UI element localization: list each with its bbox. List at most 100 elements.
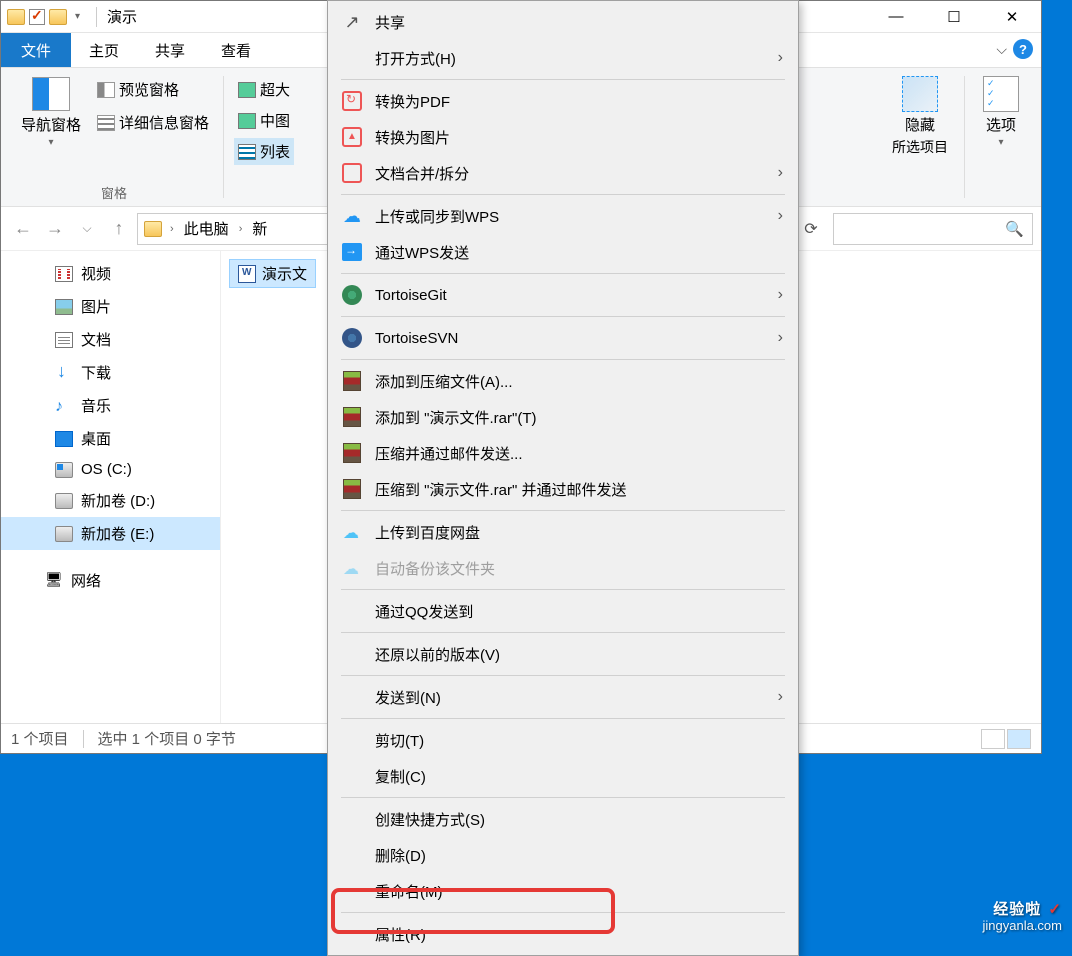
- quick-access-toolbar: ▾: [1, 9, 90, 25]
- collapse-ribbon-icon[interactable]: ⌵: [996, 41, 1007, 58]
- thumb-view-button[interactable]: [1007, 729, 1031, 749]
- crumb-pc[interactable]: 此电脑: [182, 218, 231, 239]
- tree-desktop[interactable]: 桌面: [1, 422, 220, 455]
- separator: [223, 76, 224, 198]
- folder-icon[interactable]: [7, 9, 25, 25]
- wps-send-icon: [339, 241, 365, 263]
- item-count: 1 个项目: [11, 728, 69, 749]
- ctx-rar-add[interactable]: 添加到压缩文件(A)...: [331, 363, 795, 399]
- tree-pictures[interactable]: 图片: [1, 290, 220, 323]
- ctx-rar-named[interactable]: 添加到 "演示文件.rar"(T): [331, 399, 795, 435]
- chevron-icon[interactable]: ›: [166, 223, 178, 235]
- separator: [341, 273, 785, 274]
- ctx-rar-mail[interactable]: 压缩并通过邮件发送...: [331, 435, 795, 471]
- recent-button[interactable]: ⌵: [73, 215, 101, 243]
- details-pane-button[interactable]: 详细信息窗格: [93, 109, 213, 136]
- help-button[interactable]: ?: [1013, 39, 1033, 59]
- ctx-to-image[interactable]: 转换为图片: [331, 119, 795, 155]
- up-button[interactable]: ↑: [105, 215, 133, 243]
- tree-drive-c[interactable]: OS (C:): [1, 455, 220, 484]
- file-item[interactable]: 演示文: [229, 259, 316, 288]
- ctx-send-to[interactable]: 发送到(N)›: [331, 679, 795, 715]
- qat-check-icon[interactable]: [29, 9, 45, 25]
- ctx-share[interactable]: ↗共享: [331, 4, 795, 40]
- ctx-create-shortcut[interactable]: 创建快捷方式(S): [331, 801, 795, 837]
- forward-button[interactable]: →: [41, 215, 69, 243]
- panes-group-label: 窗格: [101, 179, 127, 202]
- close-button[interactable]: ✕: [983, 1, 1041, 33]
- preview-pane-button[interactable]: 预览窗格: [93, 76, 213, 103]
- separator: [96, 7, 97, 27]
- tree-drive-e[interactable]: 新加卷 (E:): [1, 517, 220, 550]
- options-button[interactable]: 选项 ▾: [975, 72, 1027, 152]
- medium-icons-button[interactable]: 中图: [234, 107, 294, 134]
- watermark: 经验啦 ✓ jingyanla.com: [983, 895, 1063, 933]
- ctx-restore-versions[interactable]: 还原以前的版本(V): [331, 636, 795, 672]
- view-switcher: [981, 729, 1031, 749]
- desktop-icon: [55, 431, 73, 447]
- separator: [964, 76, 965, 198]
- word-doc-icon: [238, 265, 256, 283]
- list-view-button[interactable]: 列表: [234, 138, 294, 165]
- ctx-baidu-auto: 自动备份该文件夹: [331, 550, 795, 586]
- minimize-button[interactable]: —: [867, 1, 925, 33]
- hide-selected-button[interactable]: 隐藏 所选项目: [886, 72, 954, 161]
- video-icon: [55, 266, 73, 282]
- tree-video[interactable]: 视频: [1, 257, 220, 290]
- rar-icon: [339, 370, 365, 392]
- chevron-icon[interactable]: ›: [235, 223, 247, 235]
- huge-icons-button[interactable]: 超大: [234, 76, 294, 103]
- ctx-delete[interactable]: 删除(D): [331, 837, 795, 873]
- selection-info: 选中 1 个项目 0 字节: [98, 728, 236, 749]
- cloud-icon: ☁: [339, 205, 365, 227]
- tree-music[interactable]: 音乐: [1, 389, 220, 422]
- pdf-icon: [339, 90, 365, 112]
- back-button[interactable]: ←: [9, 215, 37, 243]
- tree-network[interactable]: 网络: [1, 564, 220, 597]
- ctx-qq-send[interactable]: 通过QQ发送到: [331, 593, 795, 629]
- baidu-icon: [339, 521, 365, 543]
- ctx-cut[interactable]: 剪切(T): [331, 722, 795, 758]
- ctx-rar-named-mail[interactable]: 压缩到 "演示文件.rar" 并通过邮件发送: [331, 471, 795, 507]
- details-view-button[interactable]: [981, 729, 1005, 749]
- tree-downloads[interactable]: 下载: [1, 356, 220, 389]
- tortoisesvn-icon: [339, 327, 365, 349]
- drive-icon: [55, 493, 73, 509]
- ctx-copy[interactable]: 复制(C): [331, 758, 795, 794]
- ctx-wps-sync[interactable]: ☁上传或同步到WPS›: [331, 198, 795, 234]
- folder-icon[interactable]: [49, 9, 67, 25]
- rar-icon: [339, 478, 365, 500]
- download-icon: [55, 365, 73, 381]
- maximize-button[interactable]: ☐: [925, 1, 983, 33]
- view-tab[interactable]: 查看: [203, 33, 269, 67]
- tree-drive-d[interactable]: 新加卷 (D:): [1, 484, 220, 517]
- file-tab[interactable]: 文件: [1, 33, 71, 67]
- ctx-wps-send[interactable]: 通过WPS发送: [331, 234, 795, 270]
- network-icon: [45, 573, 63, 589]
- ctx-tortoisegit[interactable]: TortoiseGit›: [331, 277, 795, 313]
- nav-pane-button[interactable]: 导航窗格 ▾: [15, 72, 87, 152]
- document-icon: [55, 332, 73, 348]
- ctx-open-with[interactable]: 打开方式(H)›: [331, 40, 795, 76]
- separator: [341, 675, 785, 676]
- search-input[interactable]: 🔍: [833, 213, 1033, 245]
- nav-tree[interactable]: 视频 图片 文档 下载 音乐 桌面 OS (C:) 新加卷 (D:) 新加卷 (…: [1, 251, 221, 723]
- qat-dropdown-icon[interactable]: ▾: [71, 11, 84, 22]
- folder-icon: [144, 221, 162, 237]
- options-icon: [983, 76, 1019, 112]
- separator: [341, 632, 785, 633]
- ctx-merge-split[interactable]: 文档合并/拆分›: [331, 155, 795, 191]
- ctx-properties[interactable]: 属性(R): [331, 916, 795, 952]
- home-tab[interactable]: 主页: [71, 33, 137, 67]
- file-name: 演示文: [262, 263, 307, 284]
- ctx-baidu-upload[interactable]: 上传到百度网盘: [331, 514, 795, 550]
- hide-icon: [902, 76, 938, 112]
- ctx-to-pdf[interactable]: 转换为PDF: [331, 83, 795, 119]
- ctx-tortoisesvn[interactable]: TortoiseSVN›: [331, 320, 795, 356]
- ctx-rename[interactable]: 重命名(M): [331, 873, 795, 909]
- tree-documents[interactable]: 文档: [1, 323, 220, 356]
- separator: [341, 194, 785, 195]
- share-tab[interactable]: 共享: [137, 33, 203, 67]
- crumb-folder[interactable]: 新: [250, 218, 269, 239]
- separator: [341, 316, 785, 317]
